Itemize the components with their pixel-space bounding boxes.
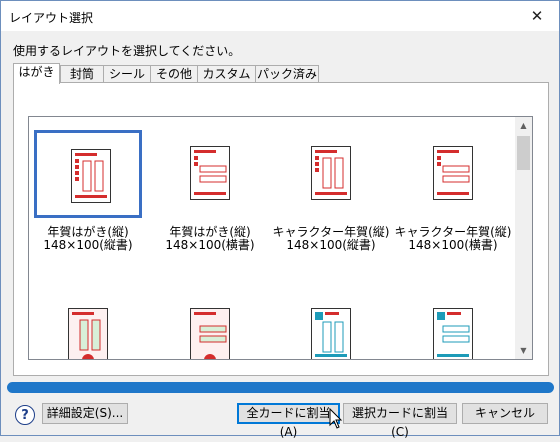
layout-thumbnail [399, 130, 507, 218]
progress-bar [7, 382, 554, 393]
instruction-text: 使用するレイアウトを選択してください。 [13, 44, 241, 58]
layout-label: キャラクター年賀(縦) 148×100(縦書) [272, 225, 390, 252]
layout-thumbnail [34, 130, 142, 218]
postcard-preview-icon [68, 308, 108, 359]
close-button[interactable]: ✕ [515, 1, 559, 31]
postcard-preview-icon [311, 146, 351, 200]
layout-label: 年賀はがき(縦) 148×100(横書) [165, 225, 255, 252]
assign-all-cards-button[interactable]: 全カードに割当(A) [237, 403, 340, 439]
layout-list[interactable]: 年賀はがき(縦) 148×100(縦書) 年賀はがき(縦) 148×100(横書… [28, 116, 533, 360]
tab-other[interactable]: その他 [150, 65, 198, 83]
tab-envelope[interactable]: 封筒 [60, 65, 104, 83]
window-title: レイアウト選択 [9, 11, 94, 25]
postcard-preview-icon [71, 149, 111, 203]
tab-hagaki[interactable]: はがき [13, 63, 60, 84]
layout-label: キャラクター年賀(縦) 148×100(横書) [394, 225, 512, 252]
layout-thumbnail [399, 292, 507, 359]
layout-thumbnail [34, 292, 142, 359]
tab-packed[interactable]: パック済み [255, 65, 319, 83]
title-bar: レイアウト選択 ✕ [1, 1, 559, 31]
layout-thumbnail [156, 130, 264, 218]
help-icon[interactable]: ? [15, 405, 35, 425]
scroll-down-arrow-icon[interactable]: ▼ [515, 342, 532, 359]
assign-selected-cards-button[interactable]: 選択カードに割当(C) [343, 403, 457, 439]
tab-panel: 年賀はがき(縦) 148×100(縦書) 年賀はがき(縦) 148×100(横書… [13, 82, 549, 376]
postcard-preview-icon [311, 308, 351, 359]
scroll-thumb[interactable] [517, 136, 530, 170]
postcard-preview-icon [433, 308, 473, 359]
mouse-pointer-icon [329, 408, 343, 429]
layout-thumbnail [277, 130, 385, 218]
vertical-scrollbar[interactable]: ▲ ▼ [515, 117, 532, 359]
postcard-preview-icon [433, 146, 473, 200]
detail-settings-button[interactable]: 詳細設定(S)... [42, 403, 128, 424]
postcard-preview-icon [190, 308, 230, 359]
layout-thumbnail [277, 292, 385, 359]
layout-select-dialog: レイアウト選択 ✕ 使用するレイアウトを選択してください。 はがき 封筒 シール… [0, 0, 560, 439]
cancel-button[interactable]: キャンセル [462, 403, 548, 424]
postcard-preview-icon [190, 146, 230, 200]
layout-thumbnail [156, 292, 264, 359]
tab-custom[interactable]: カスタム [197, 65, 256, 83]
tab-seal[interactable]: シール [103, 65, 151, 83]
layout-label: 年賀はがき(縦) 148×100(縦書) [43, 225, 133, 252]
scroll-up-arrow-icon[interactable]: ▲ [515, 117, 532, 134]
